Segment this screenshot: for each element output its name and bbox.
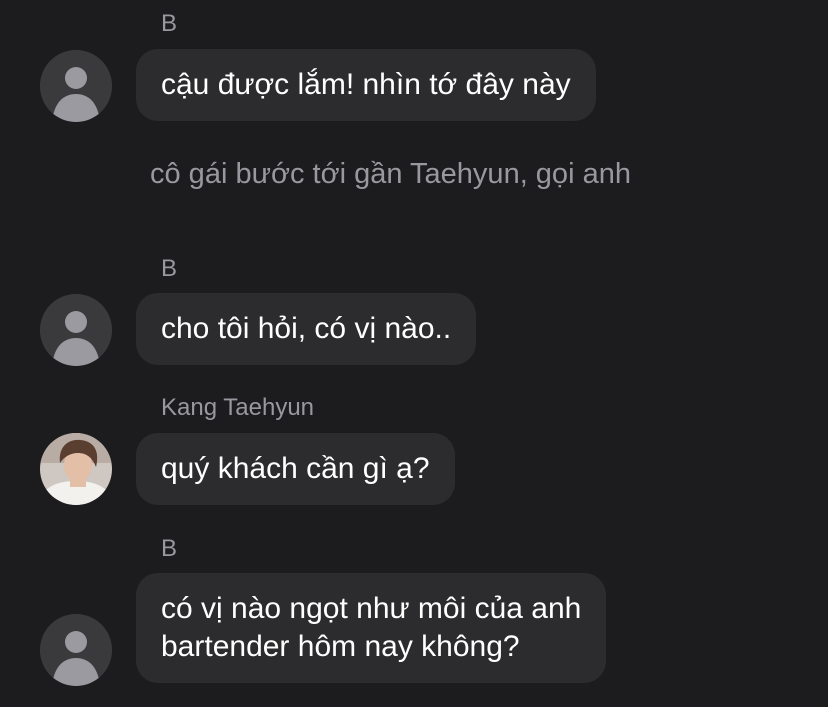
default-person-icon	[40, 294, 112, 366]
avatar[interactable]	[40, 50, 112, 122]
sender-name: B	[161, 255, 178, 282]
default-person-icon	[40, 614, 112, 686]
chat-thread: B cậu được lắm! nhìn tớ đây này cô gái b…	[0, 0, 828, 707]
message-text: quý khách cần gì ạ?	[161, 452, 430, 485]
message-bubble[interactable]: quý khách cần gì ạ?	[136, 433, 455, 505]
message-bubble[interactable]: có vị nào ngọt như môi của anh bartender…	[136, 573, 607, 683]
sender-name: B	[161, 535, 178, 562]
sender-name: Kang Taehyun	[161, 394, 315, 421]
message-text-line: bartender hôm nay không?	[161, 630, 520, 663]
avatar[interactable]	[40, 294, 112, 366]
profile-photo	[40, 433, 112, 505]
sender-name: B	[161, 10, 178, 37]
narration-text: cô gái bước tới gần Taehyun, gọi anh	[150, 158, 631, 190]
message-text-line: có vị nào ngọt như môi của anh	[161, 592, 582, 625]
default-person-icon	[40, 50, 112, 122]
message-text: cho tôi hỏi, có vị nào..	[161, 312, 452, 345]
avatar[interactable]	[40, 433, 112, 505]
avatar[interactable]	[40, 614, 112, 686]
message-bubble[interactable]: cho tôi hỏi, có vị nào..	[136, 293, 477, 365]
message-bubble[interactable]: cậu được lắm! nhìn tớ đây này	[136, 49, 596, 121]
message-text: cậu được lắm! nhìn tớ đây này	[161, 68, 571, 101]
